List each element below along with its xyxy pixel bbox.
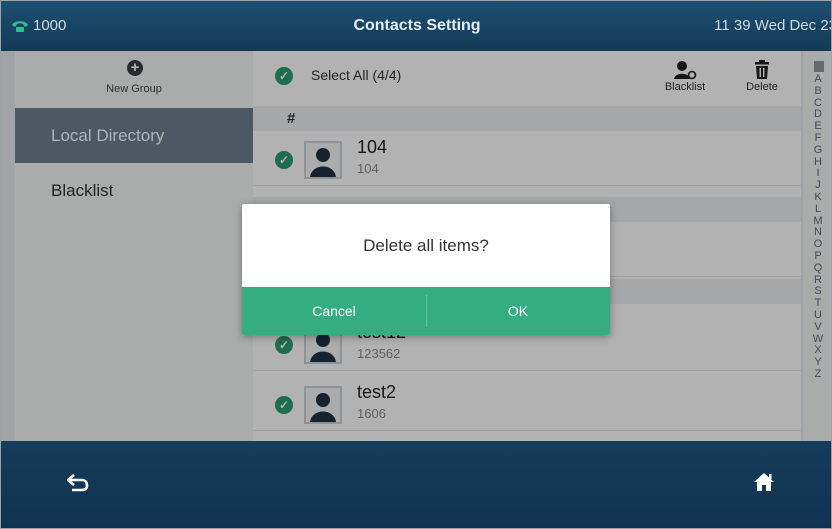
dialog-button-bar: Cancel OK	[242, 287, 610, 335]
cancel-button[interactable]: Cancel	[242, 287, 426, 335]
status-bar: 1000 Contacts Setting 11 39 Wed Dec 23	[1, 1, 832, 51]
home-icon	[753, 473, 775, 496]
phone-screen: 1000 Contacts Setting 11 39 Wed Dec 23 +…	[0, 0, 832, 529]
confirm-dialog: Delete all items? Cancel OK	[242, 204, 610, 335]
bottom-nav-bar	[1, 441, 831, 528]
page-title: Contacts Setting	[353, 17, 481, 34]
dialog-message: Delete all items?	[363, 236, 489, 255]
ok-button[interactable]: OK	[426, 287, 610, 335]
clock: 11 39 Wed Dec 23	[714, 17, 832, 34]
home-button[interactable]	[753, 472, 775, 497]
back-arrow-icon	[66, 474, 89, 496]
back-button[interactable]	[66, 474, 89, 497]
